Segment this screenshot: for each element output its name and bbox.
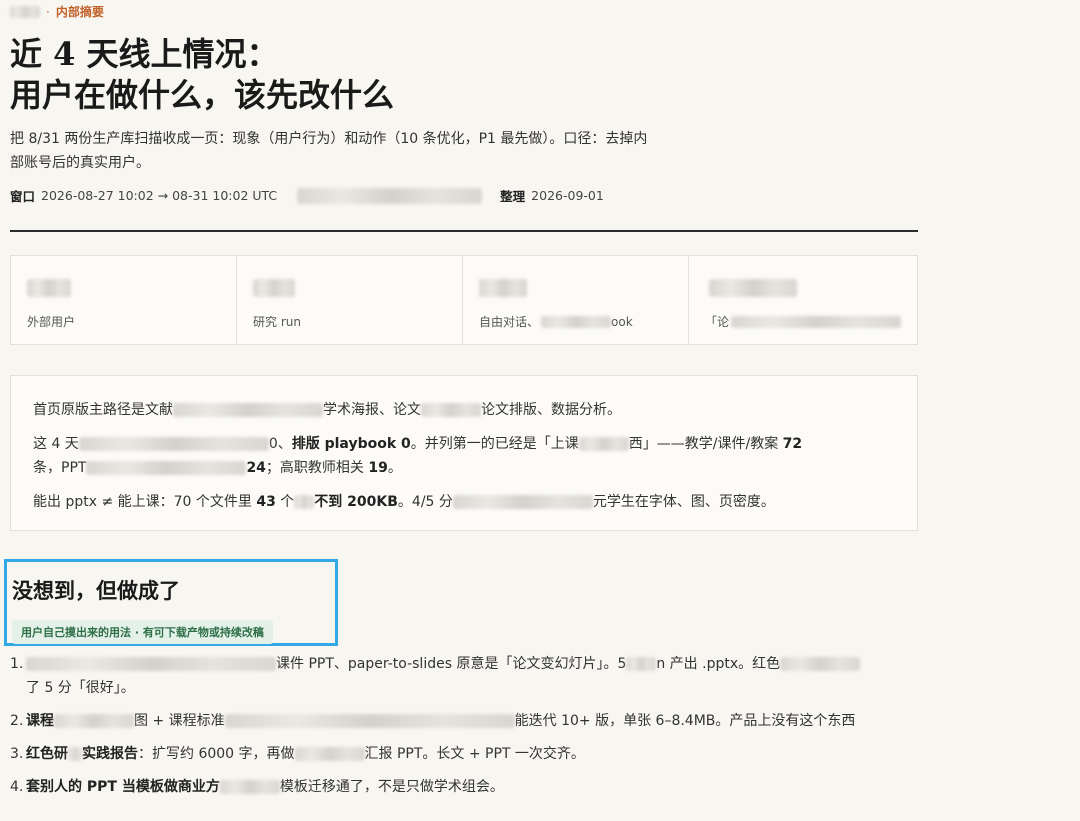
- text: 43: [256, 494, 276, 510]
- stat-card: 外部用户: [11, 256, 237, 344]
- page-title-line2: 用户在做什么，该先改什么: [10, 76, 395, 114]
- text: 论文排版、数据分析。: [481, 402, 621, 418]
- text: 这 4 天: [33, 436, 79, 452]
- section-tag: 用户自己摸出来的用法 · 有可下载产物或持续改稿: [12, 620, 273, 644]
- text: 学术海报、论文: [323, 402, 421, 418]
- redacted-org-name: [10, 5, 40, 18]
- text: 西」——教学/课件/教案: [628, 436, 783, 452]
- summary-paragraph: 首页原版主路径是文献 学术海报、论文 论文排版、数据分析。: [33, 398, 895, 422]
- redacted-stat-value: [709, 279, 797, 297]
- text: 元学生在字体、图、页密度。: [592, 494, 775, 510]
- text: 19: [368, 460, 388, 476]
- redacted-stat-value: [27, 279, 71, 297]
- redacted-text: [780, 657, 861, 671]
- list-item: 3. 红色研 实践报告：扩写约 6000 字，再做 汇报 PPT。长文 + PPT …: [10, 742, 918, 766]
- text: 个: [275, 494, 295, 510]
- findings-list: 1. 课件 PPT、paper-to-slides 原意是「论文变幻灯片」。5 n…: [10, 652, 918, 808]
- redacted-meta: [297, 187, 483, 204]
- redacted-text: [219, 780, 280, 794]
- redacted-text: [294, 495, 315, 509]
- text: 不到 200KB: [314, 494, 398, 510]
- text: 排版 playbook 0: [291, 436, 411, 452]
- text: 图 + 课程标准: [134, 713, 225, 729]
- text: 条，PPT: [33, 460, 87, 476]
- redacted-text: [54, 714, 134, 728]
- stat-card: 自由对话、 ook: [463, 256, 689, 344]
- summary-paragraph: 能出 pptx ≠ 能上课：70 个文件里 43 个 不到 200KB。4/5 分…: [33, 490, 895, 514]
- redacted-stat-label: [731, 315, 902, 328]
- lead-paragraph: 把 8/31 两份生产库扫描收成一页：现象（用户行为）和动作（10 条优化，P1…: [10, 131, 648, 171]
- list-number: 3.: [10, 746, 24, 762]
- stat-label: 「论: [705, 313, 902, 330]
- stat-label: 外部用户: [27, 315, 76, 329]
- section-title: 没想到，但做成了: [12, 578, 180, 603]
- list-item: 1. 课件 PPT、paper-to-slides 原意是「论文变幻灯片」。5 n…: [10, 652, 918, 700]
- window-value: 2026-08-27 10:02 → 08-31 10:02 UTC: [41, 188, 278, 203]
- text: 0、: [268, 436, 292, 452]
- redacted-text: [626, 657, 657, 671]
- text: 了 5 分「很好」。: [26, 680, 135, 696]
- list-number: 4.: [10, 779, 24, 795]
- redacted-stat-label: [541, 315, 612, 328]
- stat-label-part: 「论: [705, 315, 730, 329]
- text: n 产出 .pptx。红色: [656, 656, 781, 672]
- list-item: 4. 套别人的 PPT 当模板做商业方 模板迁移通了，不是只做学术组会。: [10, 775, 918, 799]
- stat-card: 研究 run: [237, 256, 463, 344]
- page-title: 近 4 天线上情况： 用户在做什么，该先改什么: [10, 34, 394, 116]
- text: 套别人的 PPT 当模板做商业方: [26, 779, 220, 795]
- text: 72: [782, 436, 803, 452]
- redacted-text: [68, 747, 82, 761]
- text: 实践报告: [82, 746, 138, 762]
- text: 首页原版主路径是文献: [33, 402, 173, 418]
- window-label: 窗口: [10, 189, 36, 204]
- redacted-text: [224, 714, 515, 728]
- text: 模板迁移通了，不是只做学术组会。: [279, 779, 504, 795]
- stat-label: 研究 run: [253, 315, 301, 329]
- text: ：扩写约 6000 字，再做: [138, 746, 295, 762]
- redacted-stat-value: [253, 279, 295, 297]
- meta-row: 窗口 2026-08-27 10:02 → 08-31 10:02 UTC 整理…: [10, 186, 604, 205]
- list-number: 1.: [10, 656, 24, 672]
- redacted-text: [86, 461, 247, 475]
- text: 24: [246, 460, 266, 476]
- text: 课件 PPT、paper-to-slides 原意是「论文变幻灯片」。5: [276, 656, 627, 672]
- list-item: 2. 课程 图 + 课程标准 能迭代 10+ 版，单张 6–8.4MB。产品上没有这…: [10, 709, 918, 733]
- stat-label-part: ook: [611, 314, 633, 329]
- compiled-label: 整理: [500, 189, 526, 204]
- divider: [10, 230, 918, 232]
- stat-label-part: 自由对话、: [479, 315, 540, 329]
- redacted-text: [173, 403, 323, 417]
- text: 汇报 PPT。长文 + PPT 一次交齐。: [364, 746, 585, 762]
- redacted-text: [26, 657, 276, 671]
- text: 课程: [26, 713, 54, 729]
- redacted-text: [421, 403, 481, 417]
- redacted-text: [78, 437, 269, 451]
- summary-box: 首页原版主路径是文献 学术海报、论文 论文排版、数据分析。 这 4 天 0、排版 pl…: [10, 375, 918, 531]
- compiled-value: 2026-09-01: [531, 188, 604, 203]
- text: 能出 pptx ≠ 能上课：70 个文件里: [33, 494, 257, 510]
- redacted-text: [294, 747, 365, 761]
- text: 。: [387, 460, 402, 476]
- text: 能迭代 10+ 版，单张 6–8.4MB。产品上没有这个东西: [514, 713, 856, 729]
- stat-label: 自由对话、 ook: [479, 313, 672, 330]
- stats-row: 外部用户 研究 run 自由对话、 ook 「论: [10, 255, 918, 345]
- kicker: · 内部摘要: [10, 3, 104, 20]
- section-highlight: 没想到，但做成了 用户自己摸出来的用法 · 有可下载产物或持续改稿: [4, 559, 338, 646]
- kicker-dot: ·: [46, 4, 50, 19]
- redacted-text: [452, 495, 593, 509]
- summary-paragraph: 这 4 天 0、排版 playbook 0。并列第一的已经是「上课 西」——教学/课…: [33, 432, 895, 480]
- text: 。并列第一的已经是「上课: [410, 436, 579, 452]
- stat-card: 「论: [689, 256, 917, 344]
- page-title-line1: 近 4 天线上情况：: [10, 35, 279, 73]
- kicker-label: 内部摘要: [55, 5, 104, 19]
- redacted-stat-value: [479, 279, 527, 297]
- text: 。4/5 分: [397, 494, 453, 510]
- text: ；高职教师相关: [265, 460, 369, 476]
- list-number: 2.: [10, 713, 24, 729]
- redacted-text: [578, 437, 629, 451]
- text: 红色研: [26, 746, 68, 762]
